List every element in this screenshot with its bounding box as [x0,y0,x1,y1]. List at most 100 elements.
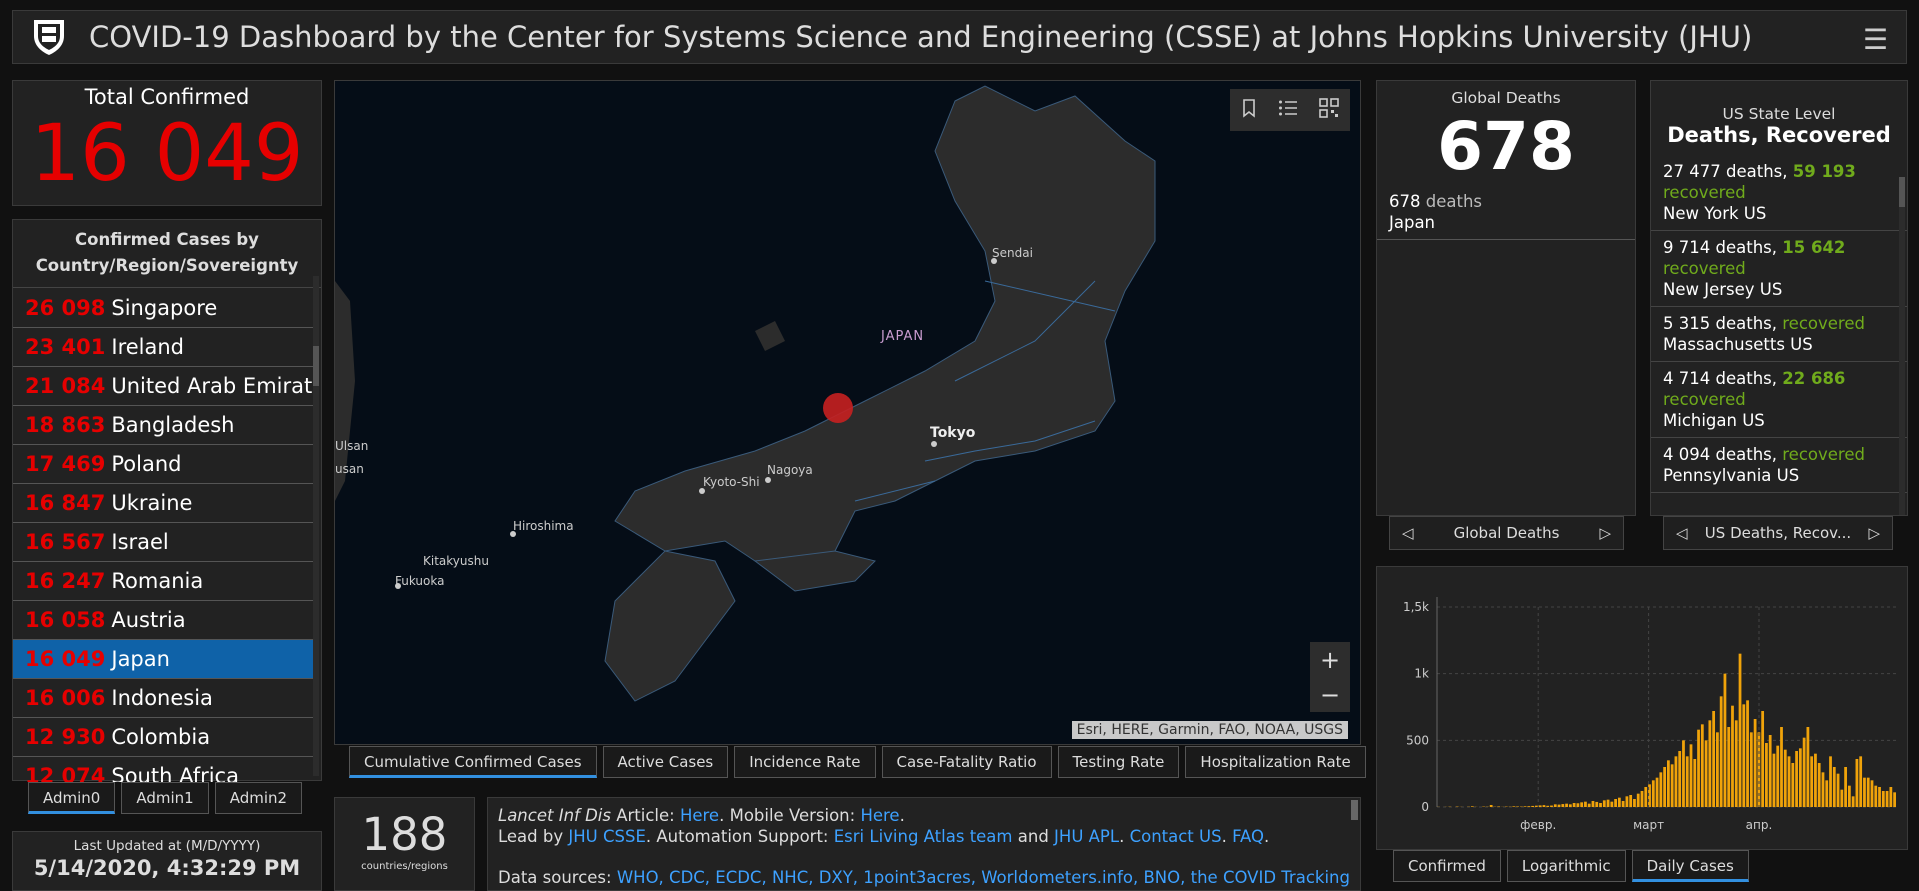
tab-confirmed[interactable]: Confirmed [1393,850,1501,882]
bar[interactable] [1606,799,1610,807]
bar[interactable] [1881,791,1885,807]
bar[interactable] [1863,777,1866,807]
mobile-version-link[interactable]: Here [860,806,899,825]
bar[interactable] [1791,763,1795,807]
tab-hospitalization-rate[interactable]: Hospitalization Rate [1185,746,1366,778]
bar[interactable] [1617,797,1621,807]
bar[interactable] [1787,756,1791,807]
prev-arrow-icon[interactable]: ◁ [1402,524,1414,542]
country-row[interactable]: 16 006 Indonesia [13,679,315,718]
bar[interactable] [1651,780,1655,807]
tab-admin2[interactable]: Admin2 [214,782,303,814]
bar[interactable] [1802,737,1806,807]
country-list[interactable]: 26 098 Singapore 23 401 Ireland 21 084 United… [13,289,315,782]
article-link[interactable]: Here [680,806,719,825]
bar[interactable] [1584,801,1587,807]
japan-marker[interactable] [823,393,853,423]
data-sources-links[interactable]: WHO, CDC, ECDC, NHC, DXY, 1point3acres, … [617,868,1350,887]
bar[interactable] [1768,735,1772,807]
bar[interactable] [1806,727,1810,807]
esri-link[interactable]: Esri Living Atlas team [834,827,1013,846]
bar[interactable] [1874,785,1878,807]
bar[interactable] [1682,740,1685,807]
tab-admin0[interactable]: Admin0 [28,782,116,814]
bar[interactable] [1678,751,1682,807]
bar[interactable] [1738,653,1742,807]
bar[interactable] [1712,711,1716,807]
country-row[interactable]: 18 863 Bangladesh [13,406,315,445]
bar[interactable] [1663,767,1666,807]
bar[interactable] [1708,720,1712,807]
bar[interactable] [1625,796,1629,807]
bar[interactable] [1829,756,1832,807]
faq-link[interactable]: FAQ [1232,827,1264,846]
bar[interactable] [1742,704,1746,807]
bar[interactable] [1844,767,1847,807]
bar[interactable] [1572,803,1576,807]
bar[interactable] [1772,753,1776,807]
bar[interactable] [1655,777,1659,807]
jhu-csse-link[interactable]: JHU CSSE [568,827,646,846]
bar[interactable] [1568,804,1572,807]
bar[interactable] [1576,803,1580,807]
bar[interactable] [1734,720,1738,807]
bar[interactable] [1580,802,1584,807]
bar[interactable] [1535,805,1538,807]
bar[interactable] [1727,727,1731,807]
bar[interactable] [1659,772,1663,807]
bar[interactable] [1798,748,1802,807]
bar[interactable] [1591,801,1595,807]
bar[interactable] [1832,767,1836,807]
bar[interactable] [1814,753,1817,807]
bar[interactable] [1523,806,1527,807]
bar[interactable] [1512,806,1516,807]
bar[interactable] [1636,793,1640,807]
bar[interactable] [1546,805,1550,807]
bar[interactable] [1753,719,1757,807]
bar[interactable] [1731,705,1734,807]
list-icon[interactable] [1278,99,1298,121]
country-row[interactable]: 23 401 Ireland [13,328,315,367]
tab-admin1[interactable]: Admin1 [121,782,209,814]
bar[interactable] [1531,805,1535,807]
bar[interactable] [1776,745,1780,807]
us-state-row[interactable]: 4 714 deaths, 22 686 recovered Michigan U… [1651,362,1907,438]
next-arrow-icon[interactable]: ▷ [1868,524,1880,542]
bar[interactable] [1855,759,1859,807]
bar[interactable] [1719,696,1723,807]
bar[interactable] [1749,732,1753,807]
info-scrollbar[interactable] [1351,800,1358,820]
bar[interactable] [1542,805,1546,807]
bar[interactable] [1689,744,1693,807]
tab-cumulative-confirmed-cases[interactable]: Cumulative Confirmed Cases [349,746,597,778]
bar[interactable] [1795,751,1798,807]
bar[interactable] [1610,801,1614,807]
bar[interactable] [1470,806,1474,807]
country-row[interactable]: 12 930 Colombia [13,718,315,757]
country-row[interactable]: 26 098 Singapore [13,289,315,328]
tab-logarithmic[interactable]: Logarithmic [1506,850,1626,882]
contact-us-link[interactable]: Contact US [1130,827,1222,846]
bar[interactable] [1497,806,1501,807]
bar[interactable] [1821,772,1825,807]
bar[interactable] [1595,801,1599,807]
country-row[interactable]: 16 049 Japan [13,640,315,679]
tab-testing-rate[interactable]: Testing Rate [1057,746,1180,778]
country-row[interactable]: 16 058 Austria [13,601,315,640]
bar[interactable] [1644,787,1648,807]
bar[interactable] [1640,791,1644,807]
us-state-row[interactable]: 5 315 deaths, recovered Massachusetts US [1651,307,1907,362]
bar[interactable] [1557,804,1561,807]
bar[interactable] [1614,799,1617,807]
bar[interactable] [1674,756,1678,807]
bar[interactable] [1825,780,1829,807]
bar[interactable] [1667,760,1670,807]
us-state-row[interactable]: 4 094 deaths, recovered Pennsylvania US [1651,438,1907,493]
us-state-row[interactable]: 27 477 deaths, 59 193 recovered New York … [1651,155,1907,231]
bar[interactable] [1893,792,1896,807]
bar[interactable] [1840,789,1844,807]
bar[interactable] [1765,743,1768,807]
bar[interactable] [1602,800,1606,807]
bar[interactable] [1817,763,1821,807]
us-scrollbar[interactable] [1899,177,1905,515]
